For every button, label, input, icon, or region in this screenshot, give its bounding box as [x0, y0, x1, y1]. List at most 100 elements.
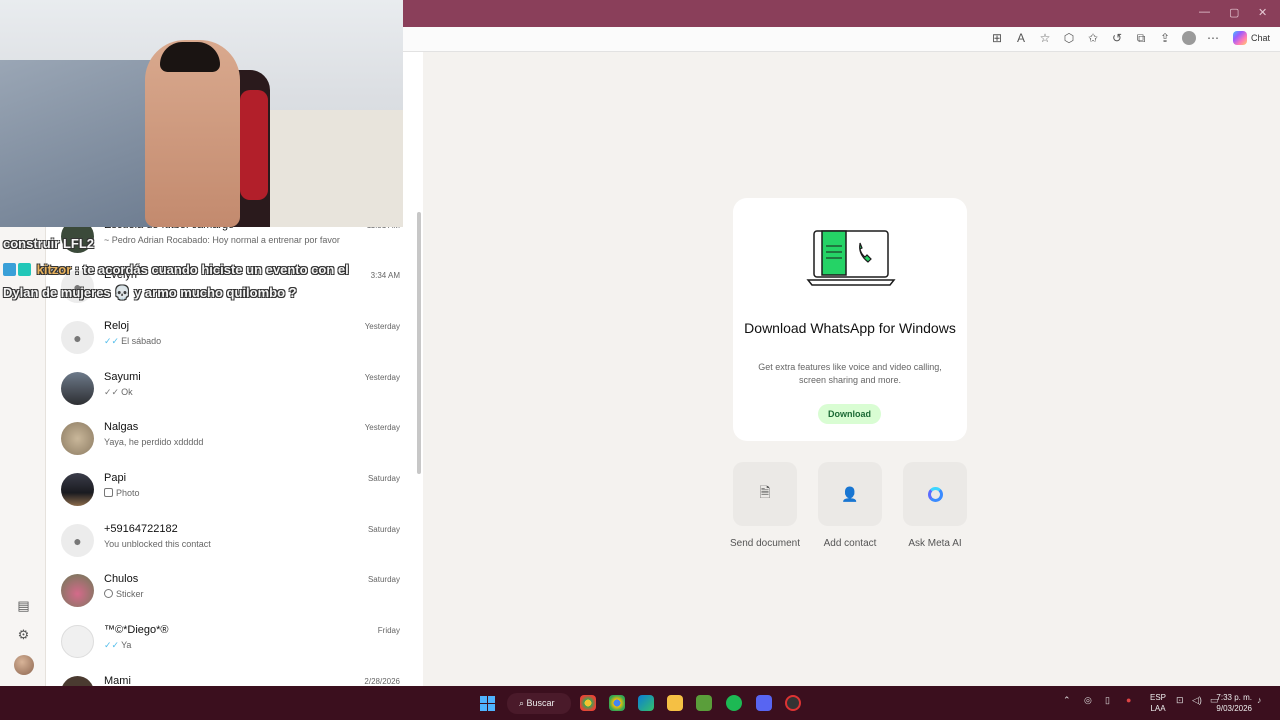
- default-avatar-icon: ●: [61, 321, 94, 354]
- screenshot-icon[interactable]: ⧉: [1134, 31, 1148, 45]
- stream-chat-message: : te acordás cuando hiciste un evento co…: [74, 262, 349, 277]
- stream-chat-line: kitzor : te acordás cuando hiciste un ev…: [3, 262, 349, 277]
- search-icon: ⌕: [519, 698, 527, 708]
- clock-date: 9/03/2026: [1216, 704, 1252, 713]
- read-tick-icon: ✓✓: [104, 640, 120, 650]
- favorites-icon[interactable]: ✩: [1086, 31, 1100, 45]
- chat-list-item[interactable]: ● Reloj Yesterday ✓✓ El sábado: [46, 313, 416, 364]
- chat-preview: ~ Pedro Adrian Rocabado: Hoy normal a en…: [104, 235, 340, 245]
- maximize-icon[interactable]: ▢: [1229, 6, 1239, 19]
- close-icon[interactable]: ✕: [1258, 6, 1267, 19]
- chat-preview-text: Photo: [116, 488, 140, 498]
- extensions-icon[interactable]: ⬡: [1062, 31, 1076, 45]
- chat-badge-icon: [3, 263, 16, 276]
- chat-time: 3:34 AM: [370, 271, 400, 280]
- meta-ai-icon: [927, 486, 943, 502]
- delivered-tick-icon: ✓✓: [104, 387, 120, 397]
- windows-start-icon[interactable]: [480, 696, 495, 711]
- contact-avatar: [61, 574, 94, 607]
- app-available-icon[interactable]: ⊞: [990, 31, 1004, 45]
- download-card: Download WhatsApp for Windows Get extra …: [733, 198, 967, 441]
- tray-mic-icon[interactable]: ●: [1126, 695, 1131, 705]
- chat-name: Nalgas: [104, 421, 139, 433]
- tray-app-icon[interactable]: ◎: [1084, 695, 1092, 706]
- tray-chevron-up-icon[interactable]: ⌃: [1063, 695, 1071, 706]
- chat-list-item[interactable]: Papi Saturday Photo: [46, 465, 416, 516]
- language-indicator[interactable]: ESP LAA: [1150, 692, 1166, 714]
- chat-list-item[interactable]: ™©*Diego*® Friday ✓✓ Ya: [46, 617, 416, 668]
- chat-name: +59164722182: [104, 523, 178, 535]
- copilot-chat-button[interactable]: Chat: [1232, 31, 1270, 45]
- file-explorer-icon[interactable]: [667, 695, 683, 711]
- photo-icon: [104, 488, 113, 497]
- chat-list-scrollbar[interactable]: [417, 212, 421, 474]
- minimize-icon[interactable]: —: [1199, 6, 1210, 18]
- chat-preview-text: Ok: [121, 387, 133, 397]
- chat-list-item[interactable]: Sayumi Yesterday ✓✓ Ok: [46, 364, 416, 415]
- stream-chat-line: construir LFL2: [3, 236, 95, 251]
- chat-name: ™©*Diego*®: [104, 624, 169, 636]
- webcam-person-hair: [160, 42, 220, 72]
- stream-chat-line: Dylan de mujeres 💀 y armo mucho quilombo…: [3, 285, 297, 300]
- settings-gear-icon[interactable]: ⚙: [16, 627, 31, 642]
- edge-app-icon[interactable]: [638, 695, 654, 711]
- laptop-illustration-icon: [806, 230, 896, 286]
- chat-preview: Yaya, he perdido xddddd: [104, 437, 204, 447]
- stream-chat-username: kitzor: [36, 262, 72, 277]
- discord-app-icon[interactable]: [756, 695, 772, 711]
- ask-meta-ai-label: Ask Meta AI: [908, 538, 962, 549]
- chat-name: Papi: [104, 472, 127, 484]
- chrome-profile-app-icon[interactable]: [609, 695, 625, 711]
- ask-meta-ai-button[interactable]: [903, 462, 967, 526]
- download-subtitle: Get extra features like voice and video …: [758, 362, 942, 385]
- profile-avatar[interactable]: [14, 655, 34, 675]
- chat-preview: ✓✓ Ya: [104, 640, 131, 651]
- add-contact-icon: 👤: [841, 485, 859, 502]
- toolbar-icons: ⊞ A ☆ ⬡ ✩ ↺ ⧉ ⇪ ⋯: [990, 31, 1220, 45]
- add-contact-button[interactable]: 👤: [818, 462, 882, 526]
- history-icon[interactable]: ↺: [1110, 31, 1124, 45]
- chat-name: Chulos: [104, 573, 139, 585]
- profile-avatar-icon[interactable]: [1182, 31, 1196, 45]
- download-button[interactable]: Download: [818, 404, 881, 424]
- copilot-icon: [1232, 31, 1247, 45]
- chat-preview: Photo: [104, 488, 140, 498]
- taskbar-search[interactable]: ⌕ Buscar: [507, 693, 571, 714]
- chat-time: Friday: [377, 626, 400, 635]
- notification-bell-icon[interactable]: ♪: [1257, 695, 1262, 705]
- webcam-chair-accent: [240, 90, 268, 200]
- send-document-button[interactable]: 🗎: [733, 462, 797, 526]
- chat-name: Reloj: [104, 320, 130, 332]
- download-title: Download WhatsApp for Windows: [744, 320, 956, 336]
- chat-list-item[interactable]: ● +59164722182 Saturday You unblocked th…: [46, 516, 416, 567]
- media-gallery-icon[interactable]: ▤: [16, 598, 31, 613]
- chat-list-item[interactable]: Chulos Saturday Sticker: [46, 566, 416, 617]
- contact-avatar: [61, 625, 94, 658]
- chat-time: Saturday: [367, 575, 400, 584]
- share-icon[interactable]: ⇪: [1158, 31, 1172, 45]
- chat-preview: ✓✓ Ok: [104, 387, 133, 398]
- spotify-app-icon[interactable]: [726, 695, 742, 711]
- network-icon[interactable]: ⊡: [1176, 695, 1184, 706]
- chat-list-item[interactable]: Nalgas Yesterday Yaya, he perdido xddddd: [46, 414, 416, 465]
- tray-usb-icon[interactable]: ▯: [1105, 695, 1110, 706]
- chat-time: Saturday: [367, 525, 400, 534]
- read-aloud-icon[interactable]: A: [1014, 31, 1028, 45]
- more-options-icon[interactable]: ⋯: [1206, 31, 1220, 45]
- favorite-star-icon[interactable]: ☆: [1038, 31, 1052, 45]
- chrome-app-icon[interactable]: [580, 695, 596, 711]
- contact-avatar: [61, 473, 94, 506]
- volume-icon[interactable]: ◁): [1192, 695, 1202, 706]
- language-code: ESP: [1150, 693, 1167, 702]
- taskbar-clock[interactable]: 7:33 p. m. 9/03/2026: [1216, 692, 1252, 714]
- obs-app-icon[interactable]: [785, 695, 801, 711]
- chat-time: Saturday: [367, 474, 400, 483]
- chat-preview-text: El sábado: [121, 336, 162, 346]
- chat-time: Yesterday: [364, 322, 400, 331]
- chat-preview: ✓✓ El sábado: [104, 336, 161, 347]
- chat-badge-icon: [18, 263, 31, 276]
- chat-list-item[interactable]: Mami 2/28/2026: [46, 668, 416, 686]
- minecraft-app-icon[interactable]: [696, 695, 712, 711]
- contact-avatar: [61, 676, 94, 686]
- chat-time: Yesterday: [364, 423, 400, 432]
